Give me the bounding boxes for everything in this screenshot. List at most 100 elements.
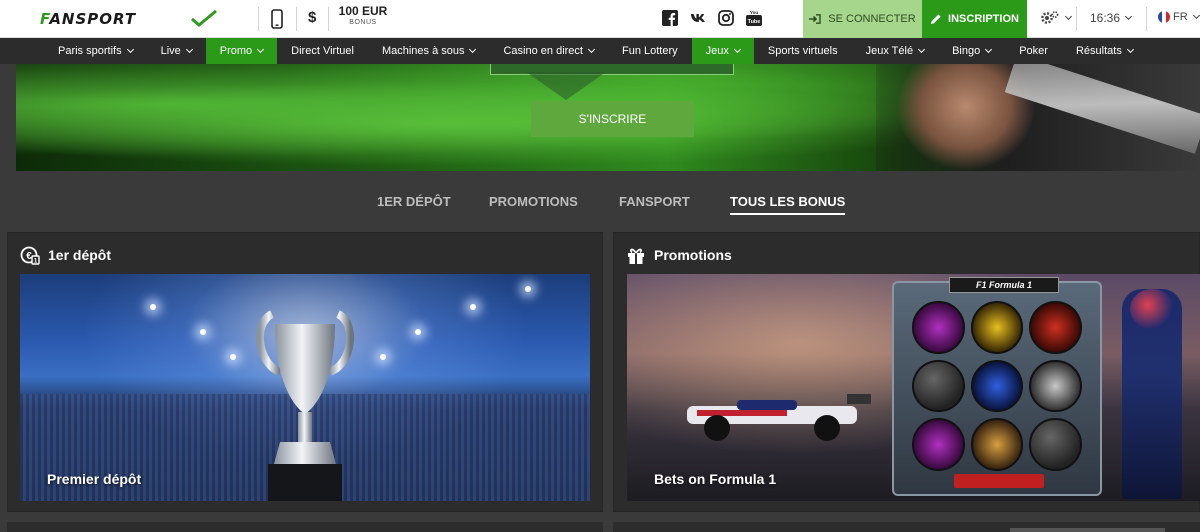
nav-item-live[interactable]: Live (147, 38, 206, 64)
mobile-phone-icon[interactable] (271, 9, 283, 29)
tab-promotions[interactable]: PROMOTIONS (489, 194, 578, 209)
floodlight (470, 304, 476, 310)
chevron-down-icon (126, 45, 134, 54)
floodlight (200, 329, 206, 335)
nav-item-poker[interactable]: Poker (1005, 38, 1062, 64)
nav-item-label: Casino en direct (503, 45, 583, 57)
floodlight (380, 354, 386, 360)
nav-item-jeux-tele[interactable]: Jeux Télé (852, 38, 939, 64)
slot-title: F1 Formula 1 (949, 277, 1059, 293)
instagram-icon[interactable] (718, 10, 734, 26)
slot-symbol (912, 418, 965, 471)
nav-item-label: Bingo (952, 45, 981, 57)
chevron-down-icon (985, 45, 993, 54)
nav-item-casino-en-direct[interactable]: Casino en direct (489, 38, 608, 64)
youtube-icon[interactable]: You Tube (746, 10, 762, 26)
bonus-badge[interactable]: 100 EUR BONUS (338, 5, 388, 27)
nav-item-sports-virtuels[interactable]: Sports virtuels (754, 38, 852, 64)
nav-item-label: Paris sportifs (58, 45, 122, 57)
floodlight (150, 304, 156, 310)
settings-menu[interactable] (1040, 10, 1073, 26)
nav-item-label: Fun Lottery (621, 45, 678, 57)
promotions-image[interactable]: F1 Formula 1 Bets on Formula 1 (627, 274, 1200, 501)
card-caption: Premier dépôt (47, 471, 142, 487)
nav-item-direct-virtuel[interactable]: Direct Virtuel (277, 38, 368, 64)
nav-item-resultats[interactable]: Résultats (1062, 38, 1147, 64)
chevron-down-icon (733, 45, 741, 54)
slot-symbol (970, 301, 1024, 354)
login-label: SE CONNECTER (828, 13, 916, 25)
top-header: FANSPORT $ 100 EUR BONUS You Tube SE CON… (0, 0, 1200, 38)
svg-text:Tube: Tube (748, 19, 761, 25)
facebook-icon[interactable] (662, 10, 678, 26)
header-divider (1076, 7, 1077, 31)
currency-dollar-icon[interactable]: $ (308, 9, 316, 26)
logo-text: FANSPORT (40, 10, 137, 28)
first-deposit-card: € 1 1er dépôt Premier dépôt (7, 232, 603, 512)
nav-item-label: Poker (1019, 45, 1048, 57)
slot-reels (912, 301, 1082, 471)
nav-item-label: Résultats (1075, 45, 1122, 57)
signup-button[interactable]: S'INSCRIRE (531, 101, 694, 137)
bonus-label: BONUS (349, 19, 377, 26)
header-divider (328, 7, 329, 31)
first-deposit-image[interactable]: Premier dépôt (20, 274, 590, 501)
driver-helmet (1130, 289, 1174, 329)
active-tab-indicator (730, 213, 845, 215)
nav-item-promo[interactable]: Promo (205, 38, 278, 64)
login-button[interactable]: SE CONNECTER (803, 0, 922, 38)
nav-item-bingo[interactable]: Bingo (938, 38, 1005, 64)
chevron-down-icon (918, 45, 926, 54)
race-car-image (687, 394, 871, 441)
main-navigation: Paris sportifs Live Promo Direct Virtuel Mac… (0, 38, 1200, 64)
nav-item-paris-sportifs[interactable]: Paris sportifs (44, 38, 147, 64)
svg-text:You: You (750, 10, 758, 15)
nav-item-fun-lottery[interactable]: Fun Lottery (608, 38, 692, 64)
chevron-down-icon (1064, 12, 1073, 21)
language-selector[interactable]: FR (1158, 11, 1200, 23)
floodlight (230, 354, 236, 360)
next-card-button-edge (1010, 528, 1165, 532)
card-caption: Bets on Formula 1 (654, 471, 777, 487)
register-button[interactable]: INSCRIPTION (922, 0, 1027, 38)
logo-wordmark: ANSPORT (49, 10, 137, 28)
nav-item-label: Sports virtuels (767, 45, 838, 57)
gear-icon (1041, 11, 1059, 24)
header-divider (1146, 7, 1147, 31)
bonus-amount: 100 EUR (338, 4, 388, 18)
next-card-edge (7, 522, 603, 532)
slot-display (954, 474, 1044, 488)
login-icon (809, 14, 821, 24)
floodlight (415, 329, 421, 335)
vk-icon[interactable] (690, 10, 706, 26)
racing-driver-image (1122, 289, 1182, 499)
chevron-down-icon (469, 45, 477, 54)
fansport-logo[interactable]: FANSPORT (40, 9, 217, 28)
language-code: FR (1173, 11, 1188, 23)
chevron-down-icon (587, 45, 596, 54)
register-label: INSCRIPTION (948, 13, 1019, 25)
nav-item-machines-a-sous[interactable]: Machines à sous (368, 38, 490, 64)
trophy-image (255, 310, 355, 501)
nav-item-label: Direct Virtuel (291, 45, 354, 57)
hero-banner: S'INSCRIRE (16, 64, 1200, 171)
slot-symbol (1029, 301, 1082, 354)
chevron-down-icon (257, 45, 265, 54)
slot-machine-image: F1 Formula 1 (892, 277, 1102, 496)
card-title: Promotions (654, 247, 732, 263)
tab-first-deposit[interactable]: 1ER DÉPÔT (377, 194, 451, 209)
bonus-tabs: 1ER DÉPÔT PROMOTIONS FANSPORT TOUS LES B… (0, 171, 1200, 231)
current-time: 16:36 (1090, 11, 1121, 25)
header-divider (296, 7, 297, 31)
clock-display[interactable]: 16:36 (1090, 11, 1133, 25)
nav-item-label: Live (160, 45, 181, 57)
tab-fansport[interactable]: FANSPORT (619, 194, 690, 209)
nav-item-jeux[interactable]: Jeux (691, 38, 754, 64)
france-flag-icon (1158, 11, 1170, 23)
logo-swoosh-icon (191, 9, 217, 27)
chevron-down-icon (1192, 11, 1200, 20)
tab-all-bonuses[interactable]: TOUS LES BONUS (730, 194, 845, 209)
nav-item-label: Jeux Télé (865, 45, 914, 57)
nav-item-label: Machines à sous (381, 45, 465, 57)
chevron-down-icon (185, 45, 193, 54)
